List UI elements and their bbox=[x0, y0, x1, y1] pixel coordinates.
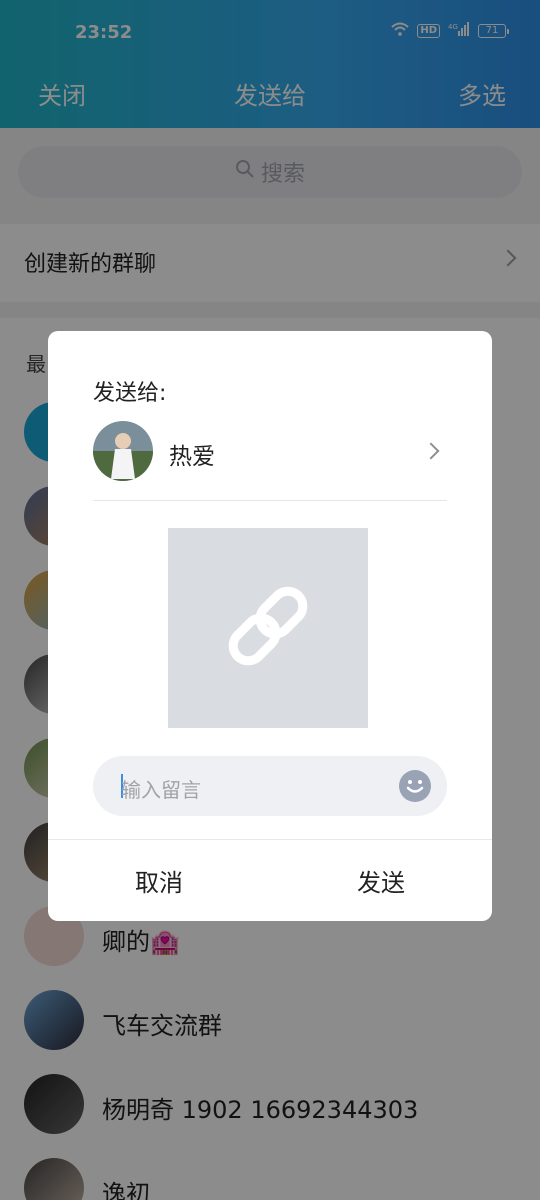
link-icon bbox=[213, 571, 323, 685]
share-screen: 23:52 HD 4G 71 关闭 发送给 多选 搜索 创建新的群聊 最 卿的🏩… bbox=[0, 0, 540, 1200]
emoji-icon[interactable] bbox=[399, 770, 431, 802]
shared-content-preview bbox=[168, 528, 368, 728]
chevron-right-icon bbox=[422, 442, 440, 460]
divider bbox=[93, 500, 447, 501]
dialog-title: 发送给: bbox=[93, 381, 167, 406]
send-confirm-dialog: 发送给: 热爱 输入留言 取消 发送 bbox=[48, 331, 492, 921]
cancel-button[interactable]: 取消 bbox=[48, 840, 270, 921]
recipient-row[interactable]: 热爱 bbox=[93, 421, 447, 483]
recipient-avatar bbox=[93, 421, 153, 481]
send-button[interactable]: 发送 bbox=[270, 840, 492, 921]
message-input[interactable]: 输入留言 bbox=[93, 756, 447, 816]
message-placeholder: 输入留言 bbox=[121, 778, 201, 802]
recipient-name: 热爱 bbox=[169, 444, 215, 470]
